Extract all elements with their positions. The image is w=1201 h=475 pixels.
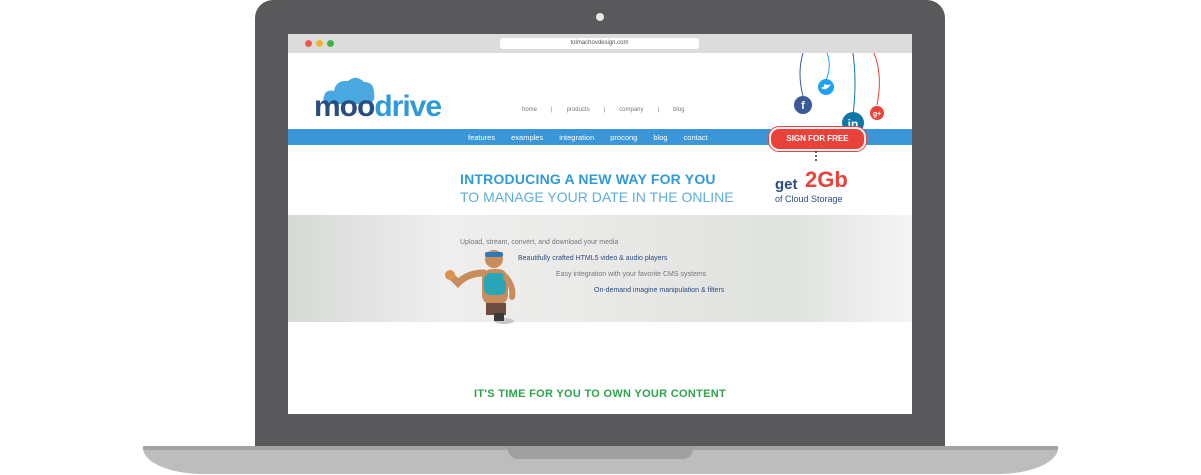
nav-contact[interactable]: contact	[684, 133, 708, 142]
minimize-window-button[interactable]	[316, 40, 323, 47]
logo-text: moodrive	[314, 90, 442, 124]
main-nav: features examples integration procong blog co…	[468, 133, 724, 142]
top-nav-home[interactable]: home	[522, 107, 537, 113]
promo-subtitle: of Cloud Storage	[775, 194, 843, 204]
svg-text:f: f	[801, 100, 805, 112]
logo-part-moo: moo	[314, 90, 375, 123]
browser-chrome: tolmachovdesign.com	[288, 34, 912, 53]
site-logo[interactable]: moodrive	[314, 74, 454, 124]
camera-icon	[596, 13, 604, 21]
top-nav-company[interactable]: company	[619, 107, 643, 113]
address-bar[interactable]: tolmachovdesign.com	[500, 38, 699, 49]
top-nav-products[interactable]: products	[567, 107, 590, 113]
browser-screen: tolmachovdesign.com moodrive home | produc…	[288, 34, 912, 414]
top-nav-separator: |	[657, 107, 660, 113]
sign-up-button[interactable]: SIGN FOR FREE	[769, 127, 866, 151]
maximize-window-button[interactable]	[327, 40, 334, 47]
nav-procong[interactable]: procong	[610, 133, 637, 142]
promo-amount: 2Gb	[805, 167, 848, 192]
intro-heading-line1: INTRODUCING A NEW WAY FOR YOU	[460, 171, 716, 187]
nav-features[interactable]: features	[468, 133, 495, 142]
facebook-icon[interactable]: f	[794, 96, 812, 114]
hero-banner: Upload, stream, convert, and download yo…	[288, 215, 912, 324]
top-nav-separator: |	[551, 107, 553, 113]
nav-integration[interactable]: integration	[559, 133, 594, 142]
svg-text:g+: g+	[873, 111, 881, 118]
nav-examples[interactable]: examples	[511, 133, 543, 142]
top-nav-blog[interactable]: blog	[673, 107, 684, 113]
intro-heading-line2: TO MANAGE YOUR DATE IN THE ONLINE	[460, 189, 734, 205]
top-nav-separator: |	[603, 107, 606, 113]
section-title: IT'S TIME FOR YOU TO OWN YOUR CONTENT	[473, 388, 727, 400]
laptop-notch	[508, 446, 693, 459]
top-nav: home | products | company | blog	[522, 107, 698, 113]
feature-line-2: Beautifully crafted HTML5 video & audio …	[518, 255, 668, 262]
logo-part-drive: drive	[374, 90, 442, 123]
twitter-icon[interactable]	[818, 79, 834, 95]
google-plus-icon[interactable]: g+	[870, 106, 884, 120]
feature-line-3: Easy integration with your favorite CMS …	[556, 271, 707, 278]
more-dots-icon	[815, 151, 817, 163]
promo-get: get	[775, 176, 798, 193]
close-window-button[interactable]	[305, 40, 312, 47]
nav-blog[interactable]: blog	[653, 133, 667, 142]
feature-line-4: On-demand imagine manipulation & filters	[594, 287, 725, 294]
toy-figure-image	[445, 250, 516, 324]
feature-line-1: Upload, stream, convert, and download yo…	[460, 239, 619, 246]
